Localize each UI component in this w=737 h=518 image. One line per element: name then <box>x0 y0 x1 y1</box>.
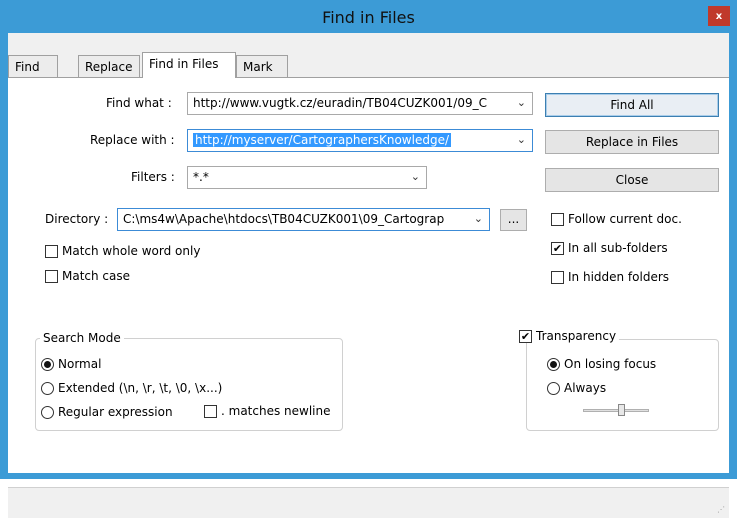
tab-find[interactable]: Find <box>8 55 58 77</box>
find-all-button[interactable]: Find All <box>545 93 719 117</box>
follow-current-doc-label: Follow current doc. <box>568 212 682 226</box>
extended-mode-radio[interactable]: Extended (\n, \r, \t, \0, \x...) <box>41 381 222 395</box>
radio-selected-icon[interactable] <box>41 357 54 371</box>
find-in-files-dialog: Find in Files x Find Replace Find in Fil… <box>0 0 737 518</box>
filters-combobox[interactable]: *.* ⌄ <box>187 166 427 189</box>
window-title: Find in Files <box>322 8 415 27</box>
directory-value: C:\ms4w\Apache\htdocs\TB04CUZK001\09_Car… <box>123 212 445 226</box>
normal-mode-radio[interactable]: Normal <box>41 357 101 371</box>
match-case-label: Match case <box>62 269 131 283</box>
checkbox-box[interactable] <box>551 212 564 226</box>
resize-grip-icon[interactable]: ⋰ <box>717 505 725 514</box>
transparency-slider-thumb[interactable] <box>618 404 626 416</box>
replace-with-combobox[interactable]: http://myserver/CartographersKnowledge/ … <box>187 129 533 152</box>
replace-in-files-button[interactable]: Replace in Files <box>545 130 719 154</box>
checkbox-box[interactable] <box>204 404 217 418</box>
chevron-down-icon[interactable]: ⌄ <box>411 170 420 183</box>
tab-mark[interactable]: Mark <box>236 55 288 77</box>
checkbox-box[interactable] <box>45 244 58 258</box>
transparency-slider-track[interactable] <box>583 409 649 412</box>
normal-mode-label: Normal <box>58 357 102 371</box>
browse-directory-button[interactable]: ... <box>500 209 527 231</box>
radio-selected-icon[interactable] <box>547 357 560 371</box>
tab-find-in-files[interactable]: Find in Files <box>142 52 236 78</box>
matches-newline-checkbox[interactable]: . matches newline <box>204 404 331 418</box>
transparency-label: Transparency <box>536 329 617 343</box>
match-whole-word-checkbox[interactable]: Match whole word only <box>45 244 200 258</box>
transparency-checkbox[interactable]: ✔ Transparency <box>519 329 620 343</box>
in-hidden-folders-label: In hidden folders <box>568 270 670 284</box>
find-what-combobox[interactable]: http://www.vugtk.cz/euradin/TB04CUZK001/… <box>187 92 533 115</box>
checkmark-icon[interactable]: ✔ <box>551 241 564 255</box>
in-all-subfolders-label: In all sub-folders <box>568 241 668 255</box>
checkbox-box[interactable] <box>551 270 564 284</box>
radio-icon[interactable] <box>41 405 54 419</box>
directory-label: Directory : <box>45 212 109 226</box>
on-losing-focus-label: On losing focus <box>564 357 657 371</box>
chevron-down-icon[interactable]: ⌄ <box>517 133 526 146</box>
match-whole-word-label: Match whole word only <box>62 244 201 258</box>
chevron-down-icon[interactable]: ⌄ <box>474 212 483 225</box>
checkmark-icon[interactable]: ✔ <box>519 329 532 343</box>
status-bar: ⋰ <box>8 487 729 518</box>
tab-replace[interactable]: Replace <box>78 55 140 77</box>
always-radio[interactable]: Always <box>547 381 606 395</box>
match-case-checkbox[interactable]: Match case <box>45 269 130 283</box>
find-in-files-page: Find what : http://www.vugtk.cz/euradin/… <box>8 77 729 518</box>
radio-icon[interactable] <box>41 381 54 395</box>
chevron-down-icon[interactable]: ⌄ <box>517 96 526 109</box>
close-button[interactable]: Close <box>545 168 719 192</box>
in-all-subfolders-checkbox[interactable]: ✔ In all sub-folders <box>551 241 668 255</box>
close-window-button[interactable]: x <box>708 6 730 26</box>
in-hidden-folders-checkbox[interactable]: In hidden folders <box>551 270 669 284</box>
replace-with-value: http://myserver/CartographersKnowledge/ <box>193 133 451 147</box>
filters-label: Filters : <box>131 170 175 184</box>
search-mode-title: Search Mode <box>40 331 124 345</box>
dialog-client: Find Replace Find in Files Mark Find wha… <box>8 33 729 518</box>
follow-current-doc-checkbox[interactable]: Follow current doc. <box>551 212 682 226</box>
title-bar[interactable]: Find in Files x <box>1 1 736 33</box>
regex-mode-label: Regular expression <box>58 405 173 419</box>
always-label: Always <box>564 381 607 395</box>
regex-mode-radio[interactable]: Regular expression <box>41 405 173 419</box>
filters-value: *.* <box>193 170 209 184</box>
extended-mode-label: Extended (\n, \r, \t, \0, \x...) <box>58 381 223 395</box>
matches-newline-label: . matches newline <box>221 404 331 418</box>
find-what-label: Find what : <box>106 96 172 110</box>
checkbox-box[interactable] <box>45 269 58 283</box>
on-losing-focus-radio[interactable]: On losing focus <box>547 357 656 371</box>
directory-combobox[interactable]: C:\ms4w\Apache\htdocs\TB04CUZK001\09_Car… <box>117 208 490 231</box>
find-what-value: http://www.vugtk.cz/euradin/TB04CUZK001/… <box>193 96 487 110</box>
replace-with-label: Replace with : <box>90 133 175 147</box>
radio-icon[interactable] <box>547 381 560 395</box>
